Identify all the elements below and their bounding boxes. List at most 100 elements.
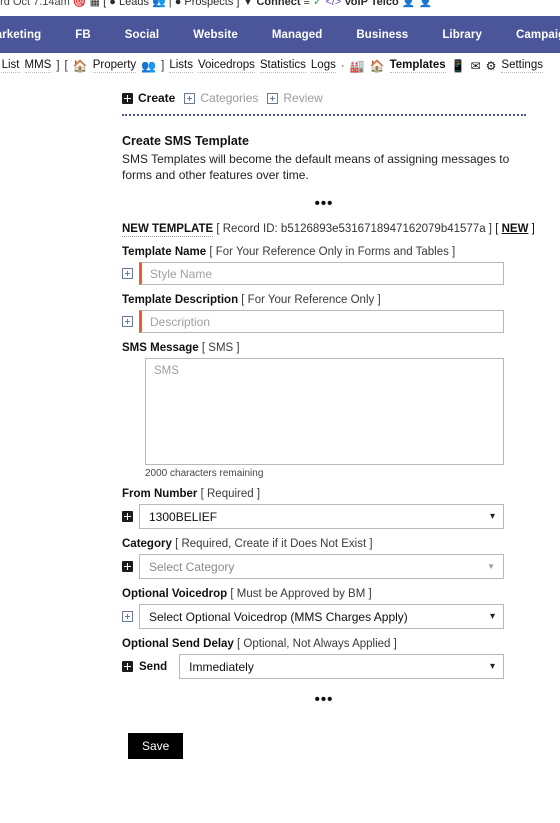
card-icon[interactable]: ▦ <box>90 0 100 8</box>
prospect-icon[interactable]: ● <box>175 0 182 8</box>
section-ellipsis-top: ••• <box>314 195 334 212</box>
from-number-select-wrap: 1300BELIEF ▾ <box>139 504 504 529</box>
send-delay-select[interactable]: Immediately <box>179 654 504 679</box>
optional-voicedrop-select-wrap: Select Optional Voicedrop (MMS Charges A… <box>139 604 504 629</box>
optional-voicedrop-label: Optional Voicedrop [ Must be Approved by… <box>122 588 504 600</box>
optional-send-delay-label-text: Optional Send Delay <box>122 638 234 650</box>
nav-item-business[interactable]: Business <box>339 29 425 41</box>
plus-outline-icon <box>184 92 196 104</box>
plus-filled-icon <box>122 92 133 104</box>
topbar-leads-link[interactable]: Leads <box>119 0 149 8</box>
category-label-text: Category <box>122 538 172 550</box>
sms-message-hint: [ SMS ] <box>201 342 240 354</box>
from-number-select[interactable]: 1300BELIEF <box>139 504 504 529</box>
person-add-icon[interactable]: 👤 <box>419 0 433 8</box>
from-number-hint: [ Required ] <box>200 488 261 500</box>
subnav-bracket-open-1: [ <box>64 60 68 72</box>
caret-down-icon[interactable]: ▼ <box>243 0 254 8</box>
sms-message-textarea[interactable] <box>145 358 504 465</box>
template-name-input-row <box>122 262 504 285</box>
template-name-label: Template Name [ For Your Reference Only … <box>122 246 504 258</box>
topbar-connect-link[interactable]: Connect <box>256 0 300 8</box>
mobile-icon[interactable]: 📱 <box>451 60 466 72</box>
optional-voicedrop-label-text: Optional Voicedrop <box>122 588 228 600</box>
optional-voicedrop-hint: [ Must be Approved by BM ] <box>230 588 372 600</box>
list-icon[interactable]: ≡ <box>304 0 310 8</box>
plus-outline-icon[interactable] <box>122 316 133 327</box>
from-number-input-row: 1300BELIEF ▾ <box>122 504 504 529</box>
plus-outline-icon[interactable] <box>122 268 133 279</box>
person-icon[interactable]: 👤 <box>402 0 416 8</box>
subnav-bracket-close-2: ] <box>161 60 165 72</box>
topbar-bracket-close: ] <box>236 0 240 8</box>
subnav-item-lists[interactable]: Lists <box>169 59 193 73</box>
code-icon[interactable]: </> <box>325 0 341 8</box>
nav-item-managed[interactable]: Managed <box>255 29 340 41</box>
home-icon[interactable]: 🏠 <box>73 60 88 72</box>
save-button[interactable]: Save <box>128 733 184 759</box>
main-navigation: Marketing FB Social Website Managed Busi… <box>0 16 560 53</box>
tab-review[interactable]: Review <box>267 91 323 105</box>
tab-create-label: Create <box>138 91 176 105</box>
template-name-input[interactable] <box>139 262 504 285</box>
gear-icon[interactable]: ⚙ <box>486 60 497 72</box>
factory-icon[interactable]: 🏭 <box>350 60 365 72</box>
template-description-label-text: Template Description <box>122 294 239 306</box>
nav-item-marketing[interactable]: Marketing <box>0 29 58 41</box>
subnav-item-voicedrops[interactable]: Voicedrops <box>197 59 255 73</box>
record-new-bracket-close: ] <box>531 223 535 235</box>
template-description-hint: [ For Your Reference Only ] <box>241 294 381 306</box>
category-input-row: Select Category ▼ <box>122 554 504 579</box>
lead-icon[interactable]: ● <box>109 0 116 8</box>
subnav-item-templates[interactable]: Templates <box>389 59 446 73</box>
check-icon[interactable]: ✓ <box>313 0 322 8</box>
optional-voicedrop-select[interactable]: Select Optional Voicedrop (MMS Charges A… <box>139 604 504 629</box>
topbar-prospects-link[interactable]: Prospects <box>184 0 233 8</box>
subnav-item-logs[interactable]: Logs <box>310 59 336 73</box>
category-label: Category [ Required, Create if it Does N… <box>122 538 504 550</box>
nav-item-website[interactable]: Website <box>176 29 255 41</box>
field-optional-send-delay: Optional Send Delay [ Optional, Not Alwa… <box>122 638 504 679</box>
people-icon[interactable]: 👥 <box>152 0 166 8</box>
tab-row: Create Categories Review <box>122 91 504 105</box>
plus-filled-icon[interactable] <box>122 661 133 672</box>
send-inline-label: Send <box>139 660 168 673</box>
home-icon-templates[interactable]: 🏠 <box>370 60 385 72</box>
tab-review-label: Review <box>283 91 323 105</box>
nav-item-campaigns[interactable]: Campaigns <box>499 29 560 41</box>
record-id-suffix: ] <box>488 223 492 235</box>
optional-send-delay-input-row: Send Immediately ▾ <box>122 654 504 679</box>
target-icon[interactable]: 🎯 <box>73 0 87 8</box>
tab-categories[interactable]: Categories <box>184 91 258 105</box>
record-line: NEW TEMPLATE [ Record ID: b5126893e53167… <box>122 223 535 237</box>
plus-outline-icon[interactable] <box>122 611 133 622</box>
plus-outline-icon <box>267 92 279 104</box>
sms-message-label: SMS Message [ SMS ] <box>122 342 504 354</box>
plus-filled-icon[interactable] <box>122 511 133 522</box>
optional-send-delay-hint: [ Optional, Not Always Applied ] <box>237 638 397 650</box>
record-id-prefix: [ Record ID: <box>216 223 278 235</box>
subnav-item-settings[interactable]: Settings <box>501 59 543 73</box>
page-title: Create SMS Template <box>122 134 249 148</box>
template-description-input[interactable] <box>139 310 504 333</box>
subnav-item-mms[interactable]: MMS <box>24 59 52 73</box>
template-name-label-text: Template Name <box>122 246 207 258</box>
envelope-icon[interactable]: ✉ <box>471 60 481 72</box>
from-number-label-text: From Number <box>122 488 198 500</box>
tab-create[interactable]: Create <box>122 91 175 105</box>
category-select[interactable]: Select Category <box>139 554 504 579</box>
subnav-item-property[interactable]: Property <box>92 59 137 73</box>
new-record-link[interactable]: NEW <box>502 223 529 235</box>
subnav-item-statistics[interactable]: Statistics <box>259 59 306 73</box>
top-utility-bar: 3rd Oct 7.14am 🎯 ▦ [ ● Leads 👥 | ● Prosp… <box>0 0 560 16</box>
topbar-voip-link[interactable]: VoIP Telco <box>344 0 398 8</box>
nav-item-fb[interactable]: FB <box>58 29 108 41</box>
nav-item-social[interactable]: Social <box>108 29 176 41</box>
subnav-item-d-list[interactable]: d List <box>0 59 20 73</box>
field-template-description: Template Description [ For Your Referenc… <box>122 294 504 333</box>
people-icon[interactable]: 👥 <box>141 60 156 72</box>
nav-item-library[interactable]: Library <box>425 29 499 41</box>
optional-send-delay-label: Optional Send Delay [ Optional, Not Alwa… <box>122 638 504 650</box>
topbar-datetime: 3rd Oct 7.14am <box>0 0 70 8</box>
plus-filled-icon[interactable] <box>122 561 133 572</box>
